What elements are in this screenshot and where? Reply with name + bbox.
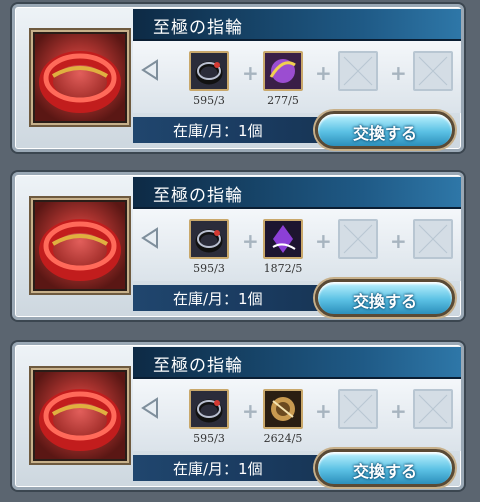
stock-bar: 在庫/月：1個 [133, 285, 333, 311]
stock-text: 在庫/月：1個 [173, 122, 263, 140]
red-ring-icon [39, 219, 121, 281]
dark-ring-icon [191, 221, 227, 257]
empty-slot-icon [418, 56, 448, 86]
exchange-button-label: 交換する [352, 292, 417, 311]
purple-orb-icon [265, 53, 301, 89]
empty-slot-icon [418, 394, 448, 424]
empty-slot [413, 219, 453, 259]
arrow-left-icon [141, 59, 158, 81]
exchange-button[interactable]: 交換する [315, 449, 455, 487]
empty-slot [338, 389, 378, 429]
empty-slot-icon [343, 224, 373, 254]
title-bar: 至極の指輪 [133, 347, 461, 379]
item-title: 至極の指輪 [153, 186, 243, 206]
stock-text: 在庫/月：1個 [173, 460, 263, 478]
empty-slot [338, 219, 378, 259]
exchange-button[interactable]: 交換する [315, 111, 455, 149]
exchange-card: 至極の指輪 595/3 + 1872/5 + + 在庫/月：1個 交換する [12, 172, 464, 320]
item-frame [31, 198, 129, 293]
title-bar: 至極の指輪 [133, 177, 461, 209]
stock-bar: 在庫/月：1個 [133, 117, 333, 143]
plus-icon: + [315, 399, 332, 423]
dark-ring-icon [191, 53, 227, 89]
exchange-button-label: 交換する [352, 124, 417, 143]
cost-slot-1 [189, 219, 229, 259]
cost-qty-1: 595/3 [193, 262, 225, 275]
cost-slot-2 [263, 219, 303, 259]
arrow-left-icon [141, 397, 158, 419]
red-ring-icon [39, 51, 121, 113]
cost-qty-2: 277/5 [267, 94, 299, 107]
empty-slot [338, 51, 378, 91]
cost-slot-1 [189, 51, 229, 91]
plus-icon: + [315, 61, 332, 85]
golden-orb-icon [265, 391, 301, 427]
exchange-card: 至極の指輪 595/3 + 2624/5 + + 在庫/月：1個 交換する [12, 342, 464, 490]
exchange-card: 至極の指輪 595/3 + 277/5 + + 在庫/月：1個 交換する [12, 4, 464, 152]
empty-slot-icon [343, 56, 373, 86]
plus-icon: + [242, 399, 259, 423]
stock-text: 在庫/月：1個 [173, 290, 263, 308]
cost-qty-2: 2624/5 [263, 432, 303, 445]
cost-area: 595/3 + 277/5 + + [133, 41, 461, 113]
plus-icon: + [390, 229, 407, 253]
cost-slot-2 [263, 51, 303, 91]
cost-area: 595/3 + 1872/5 + + [133, 209, 461, 281]
cost-area: 595/3 + 2624/5 + + [133, 379, 461, 451]
plus-icon: + [390, 61, 407, 85]
cost-qty-1: 595/3 [193, 94, 225, 107]
cost-qty-1: 595/3 [193, 432, 225, 445]
item-title: 至極の指輪 [153, 356, 243, 376]
empty-slot-icon [343, 394, 373, 424]
exchange-button[interactable]: 交換する [315, 279, 455, 317]
empty-slot [413, 389, 453, 429]
cost-slot-2 [263, 389, 303, 429]
item-frame [31, 30, 129, 125]
title-bar: 至極の指輪 [133, 9, 461, 41]
arrow-left-icon [141, 227, 158, 249]
empty-slot [413, 51, 453, 91]
violet-crystal-icon [265, 221, 301, 257]
plus-icon: + [315, 229, 332, 253]
empty-slot-icon [418, 224, 448, 254]
stock-bar: 在庫/月：1個 [133, 455, 333, 481]
item-frame [31, 368, 129, 463]
plus-icon: + [390, 399, 407, 423]
item-title: 至極の指輪 [153, 18, 243, 38]
plus-icon: + [242, 229, 259, 253]
exchange-button-label: 交換する [352, 462, 417, 481]
cost-slot-1 [189, 389, 229, 429]
plus-icon: + [242, 61, 259, 85]
red-ring-icon [39, 389, 121, 451]
cost-qty-2: 1872/5 [263, 262, 303, 275]
dark-ring-icon [191, 391, 227, 427]
